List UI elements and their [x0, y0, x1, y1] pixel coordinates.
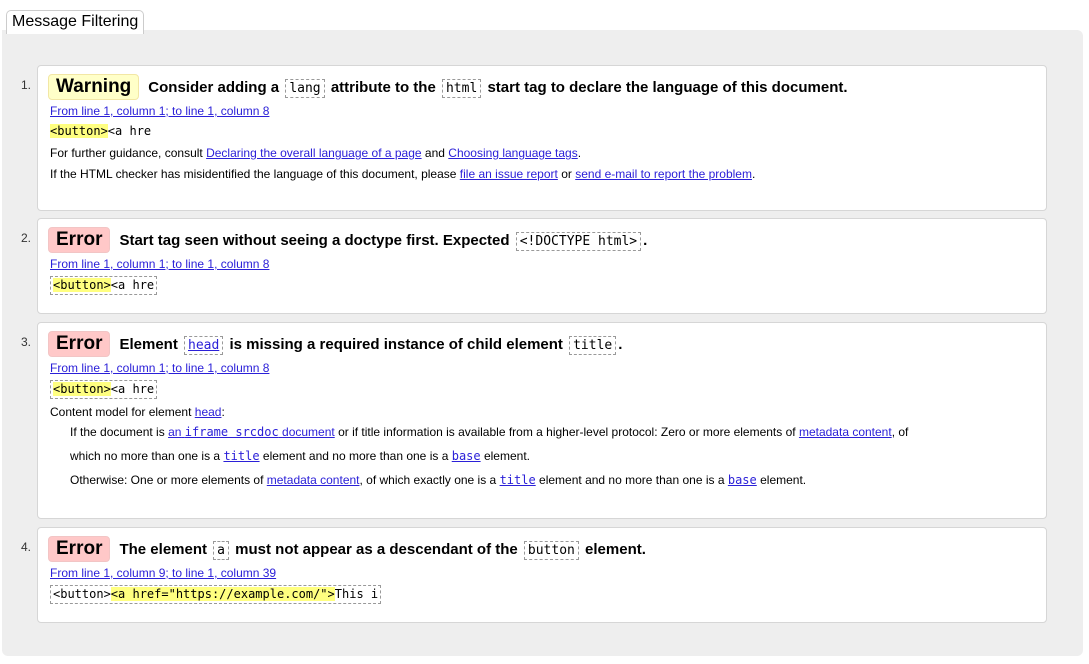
head-element-link[interactable]: head [195, 405, 222, 419]
warning-badge: Warning [48, 74, 140, 100]
location-link[interactable]: From line 1, column 9; to line 1, column… [50, 566, 276, 580]
code-token: lang [285, 78, 325, 98]
choosing-language-tags-link[interactable]: Choosing language tags [448, 146, 577, 160]
guidance-line: For further guidance, consult Declaring … [50, 146, 582, 160]
message-number: 4. [21, 540, 32, 554]
message-text: Consider adding a lang attribute to the … [148, 78, 848, 98]
message-filtering-panel: 1. Warning Consider adding a lang attrib… [2, 30, 1083, 656]
source-extract: <button><a hre [50, 276, 158, 295]
message-text: Element head is missing a required insta… [119, 335, 623, 355]
message-item-warning: 1. Warning Consider adding a lang attrib… [21, 65, 1047, 211]
base-element-link[interactable]: base [728, 473, 757, 487]
location-link[interactable]: From line 1, column 1; to line 1, column… [50, 257, 269, 271]
error-badge: Error [48, 536, 111, 562]
code-token: button [523, 540, 579, 560]
error-badge: Error [48, 227, 111, 253]
base-element-link[interactable]: base [452, 449, 481, 463]
message-item-error: 3. Error Element head is missing a requi… [21, 322, 1047, 519]
code-token: <!DOCTYPE html> [515, 231, 642, 251]
message-number: 3. [21, 335, 32, 349]
file-issue-report-link[interactable]: file an issue report [460, 167, 558, 181]
send-email-link[interactable]: send e-mail to report the problem [575, 167, 752, 181]
message-number: 1. [21, 78, 32, 92]
title-element-link[interactable]: title [500, 473, 536, 487]
head-element-link[interactable]: head [188, 338, 219, 353]
code-token: a [213, 540, 229, 560]
metadata-content-link[interactable]: metadata content [799, 425, 892, 439]
title-element-link[interactable]: title [223, 449, 259, 463]
error-badge: Error [48, 331, 111, 357]
iframe-srcdoc-link[interactable]: an iframe srcdoc document [168, 425, 335, 439]
message-text: Start tag seen without seeing a doctype … [119, 231, 648, 251]
location-link[interactable]: From line 1, column 1; to line 1, column… [50, 361, 269, 375]
message-item-error: 2. Error Start tag seen without seeing a… [21, 218, 1047, 314]
content-model-paragraph: If the document is an iframe srcdoc docu… [70, 425, 909, 487]
message-filtering-toggle[interactable]: Message Filtering [6, 10, 145, 34]
source-extract: <button><a href="https://example.com/">T… [50, 585, 382, 604]
location-link[interactable]: From line 1, column 1; to line 1, column… [50, 104, 269, 118]
message-item-error: 4. Error The element a must not appear a… [21, 527, 1047, 623]
source-extract: <button><a hre [50, 380, 158, 399]
code-token: html [441, 78, 482, 98]
message-number: 2. [21, 231, 32, 245]
declaring-language-link[interactable]: Declaring the overall language of a page [206, 146, 421, 160]
metadata-content-link[interactable]: metadata content [267, 473, 360, 487]
source-extract: <button><a hre [50, 124, 152, 138]
content-model-intro: Content model for element head: [50, 405, 225, 419]
report-line: If the HTML checker has misidentified th… [50, 167, 756, 181]
code-token: title [569, 335, 617, 355]
message-text: The element a must not appear as a desce… [119, 540, 646, 560]
